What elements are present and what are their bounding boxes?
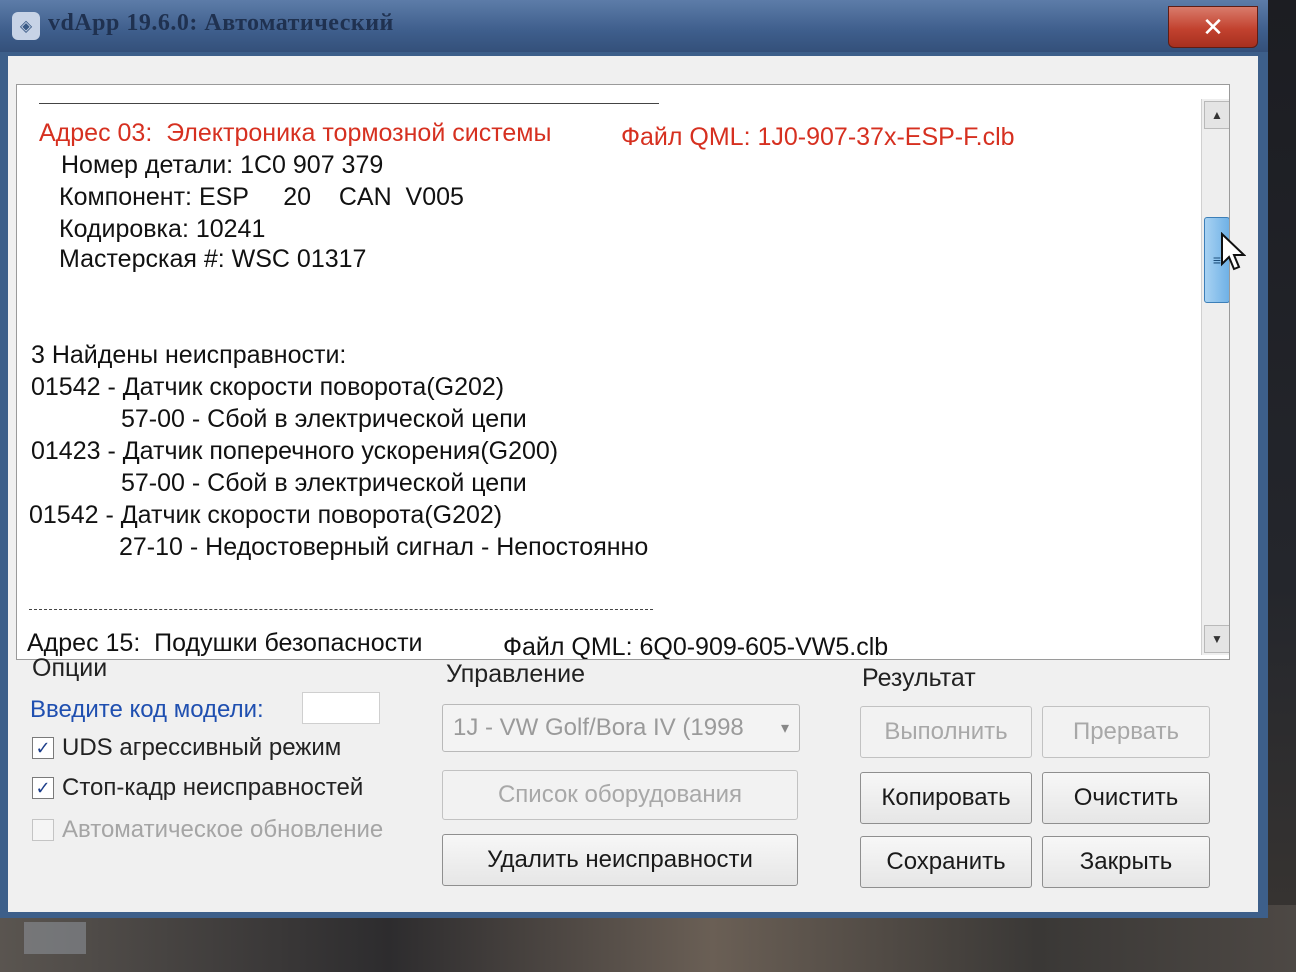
- log-line-fault-code: 01423 - Датчик поперечного ускорения(G20…: [31, 437, 559, 465]
- control-group-title: Управление: [446, 660, 585, 688]
- app-window: ◈ vdApp 19.6.0: Автоматический ✕ Адрес 0…: [0, 0, 1268, 918]
- equipment-list-button[interactable]: Список оборудования: [442, 770, 798, 820]
- screen: ◈ vdApp 19.6.0: Автоматический ✕ Адрес 0…: [0, 0, 1296, 972]
- log-line-fault-detail: 57-00 - Сбой в электрической цепи: [121, 405, 527, 433]
- window-title: vdApp 19.6.0: Автоматический: [48, 10, 394, 36]
- log-line-workshop: Мастерская #: WSC 01317: [59, 245, 367, 273]
- log-line-qml-file: Файл QML: 1J0-907-37x-ESP-F.clb: [621, 123, 1015, 151]
- log-line-fault-code: 01542 - Датчик скорости поворота(G202): [31, 373, 505, 401]
- log-line-faults-found: 3 Найдены неисправности:: [31, 341, 347, 369]
- check-icon: ✓: [35, 777, 51, 798]
- clear-button[interactable]: Очистить: [1042, 772, 1210, 824]
- close-button[interactable]: Закрыть: [1042, 836, 1210, 888]
- checkbox[interactable]: [32, 819, 54, 841]
- scroll-down-button[interactable]: ▼: [1204, 625, 1229, 653]
- execute-button[interactable]: Выполнить: [860, 706, 1032, 758]
- log-line-component: Компонент: ESP 20 CAN V005: [59, 183, 464, 211]
- taskbar-thumbnail: [24, 922, 86, 954]
- checkbox-label: UDS агрессивный режим: [62, 734, 342, 761]
- log-line-part-number: Номер детали: 1C0 907 379: [61, 151, 384, 179]
- chevron-down-icon: ▼: [1211, 632, 1223, 646]
- abort-button[interactable]: Прервать: [1042, 706, 1210, 758]
- log-textarea[interactable]: Адрес 03: Электроника тормозной системы …: [16, 84, 1230, 660]
- copy-button[interactable]: Копировать: [860, 772, 1032, 824]
- checkbox-label: Стоп-кадр неисправностей: [62, 774, 364, 801]
- close-icon: ✕: [1202, 11, 1224, 42]
- title-bar[interactable]: ◈ vdApp 19.6.0: Автоматический ✕: [0, 0, 1268, 52]
- model-code-label: Введите код модели:: [30, 696, 264, 723]
- vertical-scrollbar[interactable]: ▲ ≡ ▼: [1201, 99, 1229, 655]
- log-line-coding: Кодировка: 10241: [59, 215, 266, 243]
- checkbox-label: Автоматическое обновление: [62, 816, 384, 843]
- app-icon: ◈: [12, 12, 40, 40]
- mouse-cursor-icon: [1221, 232, 1246, 271]
- delete-faults-button[interactable]: Удалить неисправности: [442, 834, 798, 886]
- checkbox[interactable]: ✓: [32, 777, 54, 799]
- close-window-button[interactable]: ✕: [1168, 6, 1258, 48]
- model-code-input[interactable]: [302, 692, 380, 724]
- log-line-fault-detail: 57-00 - Сбой в электрической цепи: [121, 469, 527, 497]
- check-icon: ✓: [35, 737, 51, 758]
- log-line-fault-code: 01542 - Датчик скорости поворота(G202): [29, 501, 503, 529]
- save-button[interactable]: Сохранить: [860, 836, 1032, 888]
- log-content: Адрес 03: Электроника тормозной системы …: [17, 85, 1195, 659]
- freeze-frame-checkbox-row[interactable]: ✓ Стоп-кадр неисправностей: [32, 774, 363, 802]
- separator-line: [39, 103, 659, 104]
- separator-line: [29, 609, 653, 610]
- log-line-qml-file: Файл QML: 6Q0-909-605-VW5.clb: [503, 633, 889, 660]
- options-group-title: Опции: [32, 654, 108, 682]
- scroll-up-button[interactable]: ▲: [1204, 101, 1229, 129]
- chevron-up-icon: ▲: [1211, 108, 1223, 122]
- log-line-fault-detail: 27-10 - Недостоверный сигнал - Непостоян…: [119, 533, 649, 561]
- model-select-value: 1J - VW Golf/Bora IV (1998: [453, 714, 744, 741]
- checkbox[interactable]: ✓: [32, 737, 54, 759]
- log-line-address-header: Адрес 03: Электроника тормозной системы: [39, 119, 552, 147]
- uds-aggressive-checkbox-row[interactable]: ✓ UDS агрессивный режим: [32, 734, 341, 762]
- result-group-title: Результат: [862, 664, 976, 692]
- auto-update-checkbox-row[interactable]: Автоматическое обновление: [32, 816, 383, 844]
- model-select[interactable]: 1J - VW Golf/Bora IV (1998 ▾: [442, 704, 800, 752]
- chevron-down-icon: ▾: [780, 720, 790, 737]
- client-area: Адрес 03: Электроника тормозной системы …: [8, 56, 1258, 912]
